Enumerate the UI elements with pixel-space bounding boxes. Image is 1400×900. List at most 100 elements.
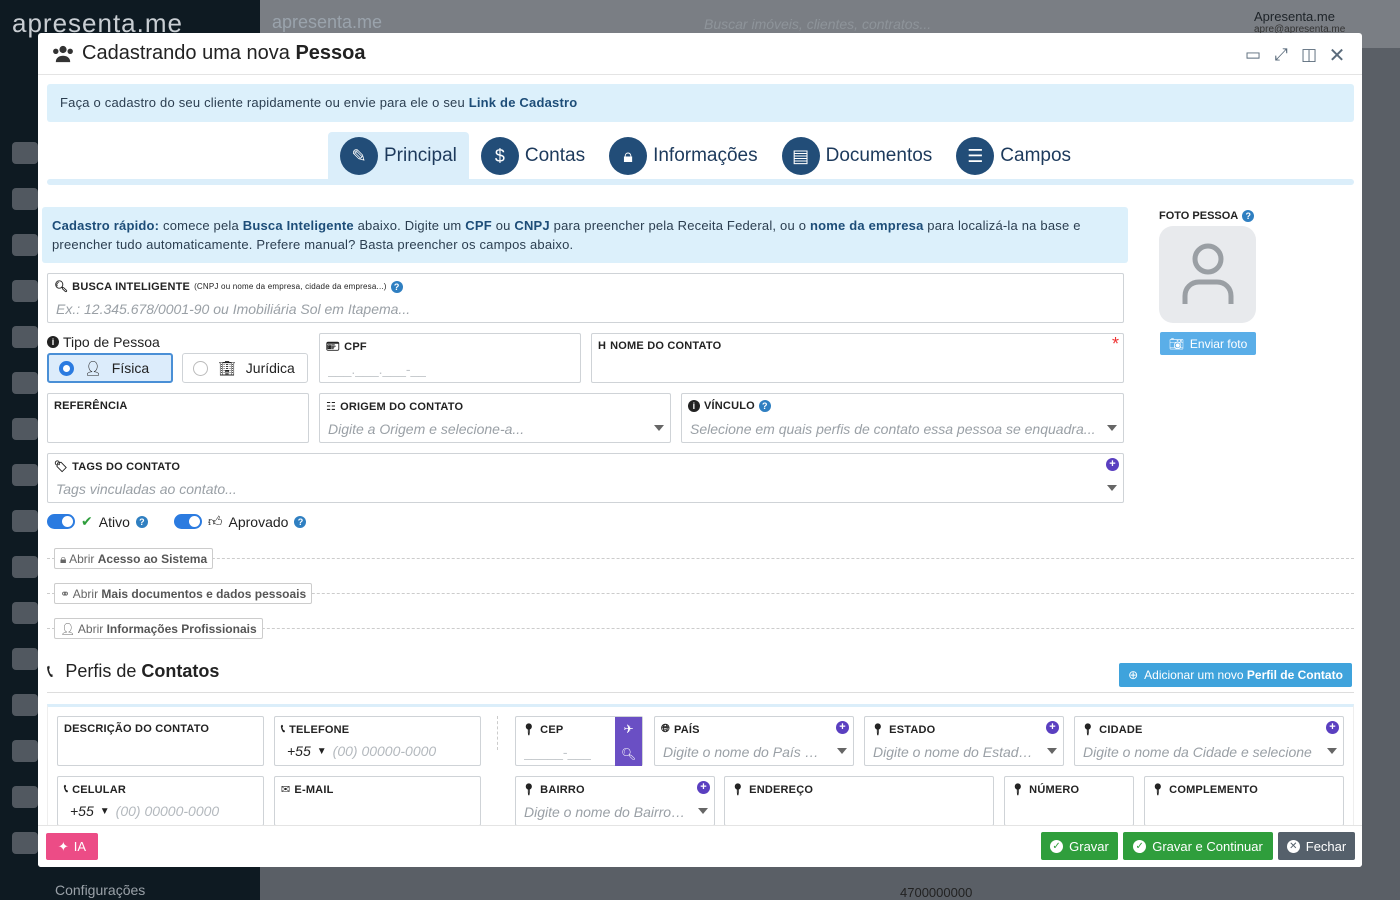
- open-professional-info-button[interactable]: 👤︎ Abrir Informações Profissionais: [54, 618, 263, 639]
- help-icon[interactable]: ?: [1242, 210, 1255, 222]
- phone-field[interactable]: 📞︎ TELEFONE +55 ▼ (00) 00000-0000: [274, 716, 481, 766]
- link-placeholder: Selecione em quais perfis de contato ess…: [690, 421, 1096, 437]
- tags-select[interactable]: 🏷︎ TAGS DO CONTATO Tags vinculadas ao con…: [47, 453, 1124, 503]
- phone-label: 📞︎ TELEFONE: [281, 723, 349, 736]
- tab-label: Informações: [653, 145, 758, 166]
- help-icon[interactable]: ?: [390, 280, 403, 293]
- chevron-down-icon: [1327, 748, 1337, 754]
- collapse-bold: Informações Profissionais: [106, 622, 257, 636]
- info-icon: i: [688, 400, 700, 412]
- number-label: 📍︎ NÚMERO: [1011, 783, 1080, 797]
- country-label: 🌐︎ PAÍS: [661, 723, 700, 736]
- reference-field[interactable]: REFERÊNCIA: [47, 393, 309, 443]
- close-button[interactable]: ✕ Fechar: [1278, 832, 1355, 860]
- collapse-bold: Mais documentos e dados pessoais: [101, 587, 307, 601]
- chevron-down-icon: [837, 748, 847, 754]
- save-continue-button[interactable]: ✓ Gravar e Continuar: [1123, 832, 1273, 860]
- cpf-field[interactable]: 🪪︎ CPF ___.___.___-__: [319, 333, 581, 383]
- radio-juridica[interactable]: 🏢︎ Jurídica: [182, 353, 308, 383]
- ddi-select[interactable]: +55: [287, 743, 311, 759]
- contact-name-field[interactable]: H NOME DO CONTATO *: [591, 333, 1124, 383]
- tab-documentos[interactable]: ▤ Documentos: [770, 132, 945, 180]
- mobile-input[interactable]: +55 ▼ (00) 00000-0000: [70, 803, 219, 819]
- title-bold: Contatos: [141, 661, 220, 681]
- cep-field[interactable]: 📍︎ CEP _____-___ ✈ 🔍︎: [515, 716, 643, 766]
- cep-label: 📍︎ CEP: [522, 723, 564, 737]
- add-city-icon[interactable]: +: [1326, 721, 1339, 734]
- smart-search-input[interactable]: 🔍︎ BUSCA INTELIGENTE (CNPJ ou nome da empr…: [47, 273, 1124, 323]
- phone-input[interactable]: +55 ▼ (00) 00000-0000: [287, 743, 436, 759]
- open-more-documents-button[interactable]: ⚭ Abrir Mais documentos e dados pessoais: [54, 583, 313, 604]
- title-pre: Perfis de: [65, 661, 142, 681]
- contact-profiles-heading: 📞︎ Perfis de Contatos: [47, 661, 219, 682]
- tab-principal[interactable]: ✎ Principal: [328, 132, 469, 180]
- tab-informacoes[interactable]: 🔒︎ Informações: [597, 132, 770, 180]
- link-select[interactable]: i VÍNCULO? Selecione em quais perfis de c…: [681, 393, 1124, 443]
- radio-label: Jurídica: [245, 360, 295, 376]
- active-toggle[interactable]: [47, 514, 75, 529]
- reference-label: REFERÊNCIA: [54, 400, 128, 412]
- send-photo-button[interactable]: 📷︎ Enviar foto: [1160, 332, 1256, 355]
- address-field[interactable]: 📍︎ ENDEREÇO: [724, 776, 994, 826]
- neighborhood-placeholder: Digite o nome do Bairro e selecione: [524, 804, 686, 820]
- help-icon[interactable]: ?: [758, 400, 771, 412]
- label-text: TAGS DO CONTATO: [72, 460, 181, 473]
- complement-field[interactable]: 📍︎ COMPLEMENTO: [1144, 776, 1344, 826]
- add-tag-icon[interactable]: +: [1106, 458, 1119, 471]
- contact-description-field[interactable]: DESCRIÇÃO DO CONTATO: [57, 716, 264, 766]
- radio-fisica[interactable]: 👤︎ Física: [47, 353, 173, 383]
- neighborhood-select[interactable]: 📍︎BAIRRO + Digite o nome do Bairro e sel…: [515, 776, 715, 826]
- tab-contas[interactable]: $ Contas: [469, 132, 597, 180]
- mobile-placeholder: (00) 00000-0000: [115, 803, 220, 819]
- button-label: IA: [73, 839, 87, 854]
- ddi-select[interactable]: +55: [70, 803, 94, 819]
- help-icon[interactable]: ?: [294, 515, 307, 528]
- neighborhood-label: 📍︎ BAIRRO: [522, 783, 585, 797]
- globe-icon: 🌐︎: [661, 723, 670, 735]
- button-label: Gravar: [1069, 838, 1109, 854]
- city-select[interactable]: 📍︎ CIDADE + Digite o nome da Cidade e sel…: [1074, 716, 1344, 766]
- phone-icon: 📞︎: [281, 723, 286, 735]
- phone-icon: 📞︎: [47, 661, 54, 681]
- ai-button[interactable]: ✦ IA: [46, 833, 98, 860]
- chevron-down-icon: [698, 808, 708, 814]
- link-label: i VÍNCULO?: [688, 400, 771, 412]
- tab-campos[interactable]: ☰ Campos: [944, 132, 1083, 180]
- mobile-label: 📞︎ CELULAR: [64, 783, 126, 796]
- email-field[interactable]: ✉ E-MAIL: [274, 776, 481, 826]
- tab-label: Documentos: [825, 145, 933, 166]
- map-pin-icon: 📍︎: [522, 724, 537, 736]
- correios-lookup-button[interactable]: ✈: [615, 717, 642, 741]
- approved-toggle[interactable]: [173, 514, 202, 529]
- state-select[interactable]: 📍︎ESTADO + Digite o nome do Estado e sel…: [864, 716, 1064, 766]
- sidebar-settings: Configurações: [55, 882, 146, 898]
- add-neighborhood-icon[interactable]: +: [697, 781, 710, 794]
- add-country-icon[interactable]: +: [836, 721, 849, 734]
- number-field[interactable]: 📍︎ NÚMERO: [1004, 776, 1134, 826]
- add-contact-profile-button[interactable]: ⊕ Adicionar um novo Perfil de Contato: [1119, 663, 1352, 687]
- label-text: CEP: [540, 723, 564, 736]
- avatar-placeholder[interactable]: [1159, 226, 1256, 323]
- hint-bold: CNPJ: [514, 218, 550, 233]
- expand-icon[interactable]: ⤢: [1270, 44, 1292, 66]
- sidebar-panel-icon[interactable]: ◫: [1298, 44, 1320, 66]
- radio-label: Física: [111, 360, 150, 376]
- registration-link[interactable]: Link de Cadastro: [469, 95, 578, 110]
- close-icon[interactable]: ✕: [1326, 44, 1348, 67]
- label-text: ENDEREÇO: [749, 783, 814, 796]
- mobile-field[interactable]: 📞︎ CELULAR +55 ▼ (00) 00000-0000: [57, 776, 264, 826]
- info-banner: Faça o cadastro do seu cliente rapidamen…: [47, 84, 1354, 122]
- open-system-access-button[interactable]: 🔒︎ Abrir Acesso ao Sistema: [54, 548, 214, 569]
- label-text: NÚMERO: [1029, 783, 1080, 796]
- origin-select[interactable]: ☷ ORIGEM DO CONTATO Digite a Origem e sel…: [319, 393, 671, 443]
- add-state-icon[interactable]: +: [1046, 721, 1059, 734]
- cep-search-button[interactable]: 🔍︎: [615, 741, 642, 766]
- help-icon[interactable]: ?: [135, 515, 148, 528]
- minimize-icon[interactable]: ▭: [1242, 44, 1264, 66]
- label-text: FOTO PESSOA: [1159, 210, 1239, 222]
- country-select[interactable]: 🌐︎ PAÍS + Digite o nome do País e selecio…: [654, 716, 854, 766]
- modal-title: Cadastrando uma nova Pessoa: [82, 42, 366, 65]
- save-button[interactable]: ✓ Gravar: [1041, 832, 1118, 860]
- search-icon: 🔍︎: [54, 281, 69, 293]
- tags-placeholder: Tags vinculadas ao contato...: [56, 481, 237, 497]
